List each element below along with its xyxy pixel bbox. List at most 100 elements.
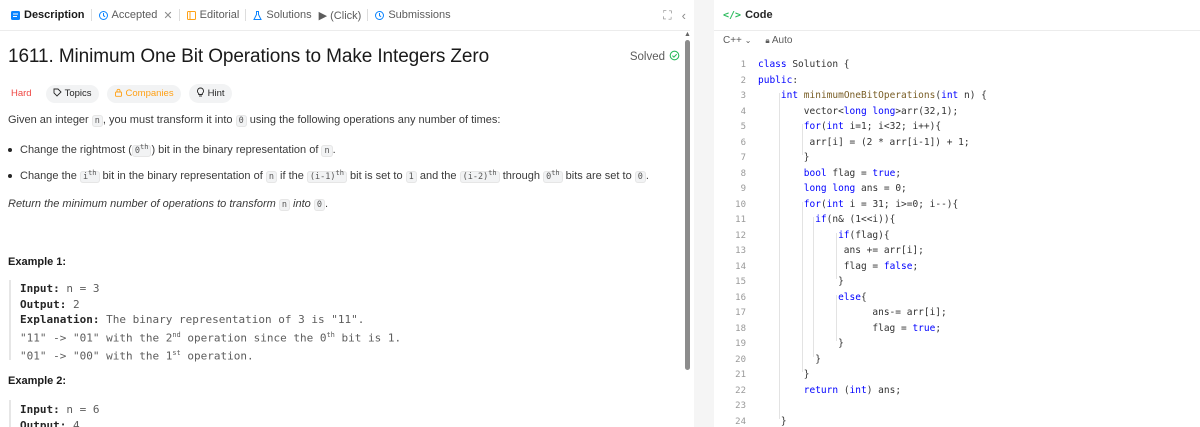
example-2-heading: Example 2:	[8, 375, 67, 387]
line-number: 3	[740, 91, 746, 101]
example-explanation-line: "01" -> "00" with the 1st operation.	[20, 346, 401, 364]
code-line: long long ans = 0;	[803, 183, 907, 194]
collapse-left-icon[interactable]: ‹	[682, 8, 686, 23]
text: Change the rightmost (	[20, 143, 132, 156]
code-header: </> Code	[714, 0, 1200, 31]
input-label: Input:	[20, 403, 60, 416]
output-label: Output:	[20, 418, 67, 427]
text: operation.	[180, 349, 254, 363]
expand-icon[interactable]: ⛶	[663, 8, 671, 23]
tab-description[interactable]: Description	[4, 0, 91, 31]
text: and the	[416, 169, 460, 182]
indent-guide	[778, 93, 780, 419]
tab-submissions[interactable]: Submissions	[368, 0, 456, 31]
code-line: }	[758, 415, 787, 427]
line-number: 1	[740, 60, 746, 70]
superscript: th	[488, 169, 497, 177]
text: ) bit in the binary representation of	[151, 143, 322, 156]
example-divider	[9, 400, 11, 427]
tab-label: Accepted	[111, 9, 158, 21]
text: Change the	[20, 169, 80, 182]
tab-label: Description	[24, 9, 85, 21]
inline-code: n	[278, 199, 290, 211]
line-number: 18	[735, 323, 746, 334]
tab-editorial[interactable]: Editorial	[180, 0, 246, 31]
example-divider	[9, 280, 11, 360]
panel-resize-handle[interactable]	[694, 0, 714, 427]
code-title: Code	[745, 9, 773, 21]
inline-code: (i-1)th	[306, 169, 347, 183]
inline-code: 0	[634, 170, 646, 183]
inline-code: 0th	[543, 169, 563, 183]
indent-guide	[813, 217, 815, 357]
inline-code: 0	[313, 199, 325, 211]
output-value: 2	[66, 297, 80, 311]
language-label: C++	[723, 35, 742, 46]
line-number: 14	[735, 261, 746, 272]
code-line: vector<long long>arr(32,1);	[758, 105, 959, 117]
bullet	[8, 174, 12, 178]
line-number: 4	[740, 106, 746, 117]
text: Return the minimum number of operations …	[8, 198, 279, 210]
tab-accepted[interactable]: Accepted ✕	[92, 0, 179, 31]
close-icon[interactable]: ✕	[163, 9, 172, 22]
difficulty-badge: Hard	[11, 88, 32, 99]
explanation-value: The binary representation of 3 is "11".	[99, 313, 365, 326]
text: bits are set to	[562, 169, 635, 182]
indent-guide	[836, 232, 838, 279]
example-output-line: Output: 4	[20, 418, 100, 427]
text: .	[645, 169, 649, 182]
line-number: 9	[740, 184, 746, 194]
indent-guide	[836, 294, 838, 341]
code-line: arr[i] = (2 * arr[i-1]) + 1;	[758, 136, 970, 148]
text: bit in the binary representation of	[99, 169, 266, 182]
line-number: 16	[735, 292, 746, 303]
example-input-line: Input: n = 6	[20, 402, 100, 418]
text: into	[289, 198, 314, 210]
line-number: 5	[740, 122, 746, 132]
line-number: 7	[740, 153, 746, 163]
text: Given an integer	[8, 114, 92, 126]
code-line: if(flag){	[838, 229, 890, 241]
inline-code: ith	[79, 169, 100, 183]
scroll-up-icon[interactable]: ▲	[684, 31, 691, 38]
inline-code: 0th	[131, 143, 152, 157]
scrollbar-thumb[interactable]	[685, 40, 690, 370]
hint-button[interactable]: Hint	[188, 84, 232, 103]
solved-status: Solved	[630, 50, 680, 64]
lock-icon: 🔒︎	[765, 36, 770, 45]
example-input-line: Input: n = 3	[20, 281, 401, 297]
companies-button[interactable]: Companies	[106, 84, 181, 103]
line-number: 6	[740, 137, 746, 148]
check-circle-icon	[669, 50, 680, 64]
superscript: th	[551, 169, 560, 177]
bullet	[8, 148, 12, 152]
editor-toolbar: C++ ⌄ 🔒︎ Auto	[723, 35, 792, 46]
tag-row: Hard Topics Companies Hint	[8, 84, 232, 103]
solved-label: Solved	[629, 51, 665, 63]
return-statement: Return the minimum number of operations …	[8, 198, 328, 211]
topics-button[interactable]: Topics	[45, 84, 99, 103]
tab-solutions[interactable]: Solutions ▶ (Click)	[246, 0, 367, 31]
code-panel: </> Code C++ ⌄ 🔒︎ Auto 1 class Solution {…	[714, 0, 1200, 427]
page-title[interactable]: 1611. Minimum One Bit Operations to Make…	[8, 46, 680, 68]
companies-label: Companies	[125, 88, 174, 99]
problem-intro: Given an integer n, you must transform i…	[8, 114, 500, 127]
line-number: 13	[735, 246, 746, 256]
input-value: n = 6	[59, 403, 100, 416]
operation-2: Change the ith bit in the binary represe…	[20, 169, 649, 183]
inline-code: n	[91, 115, 103, 127]
code-line: for(int i=1; i<32; i++){	[803, 121, 942, 132]
indent-guide	[801, 124, 803, 155]
code-line: class Solution {	[758, 59, 850, 70]
input-value: n = 3	[59, 282, 100, 295]
operation-1: Change the rightmost (0th) bit in the bi…	[20, 143, 336, 157]
problem-tabs: Description Accepted ✕ Editorial Solutio…	[0, 0, 690, 31]
language-select[interactable]: C++ ⌄	[723, 35, 751, 46]
text: bit is 1.	[334, 331, 402, 345]
text: if the	[276, 169, 307, 182]
text: "01" -> "00" with the 1	[20, 349, 173, 363]
tab-label: Submissions	[388, 9, 451, 21]
superscript: th	[326, 330, 335, 339]
text: "11" -> "01" with the 2	[20, 331, 173, 345]
